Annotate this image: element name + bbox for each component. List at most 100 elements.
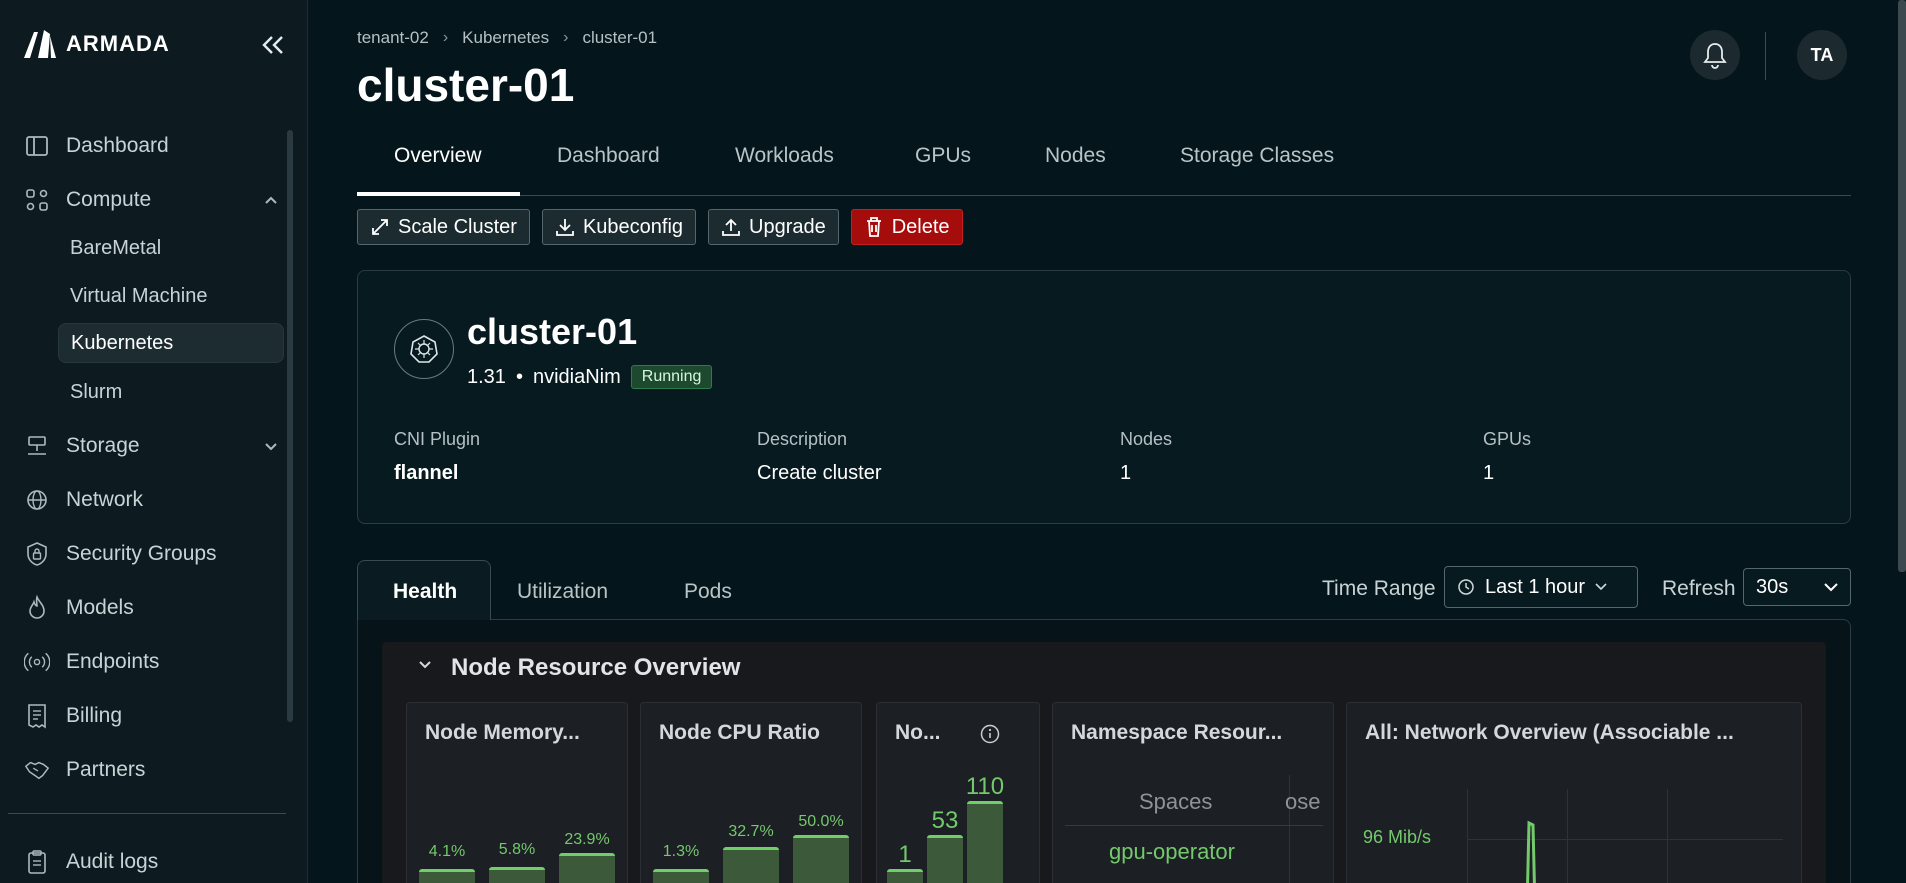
compute-icon [24,187,50,213]
kubeconfig-button[interactable]: Kubeconfig [541,209,697,245]
avatar[interactable]: TA [1797,30,1847,80]
meta-label: GPUs [1483,429,1532,449]
sidebar-scrollbar[interactable] [287,130,293,722]
cluster-version: 1.31 [467,365,506,388]
collapse-sidebar-button[interactable] [258,30,288,60]
tab-workloads[interactable]: Workloads [735,144,834,168]
download-icon [556,219,574,236]
meta-description: Description Create cluster [757,429,882,485]
sidebar-item-models[interactable]: Models [24,586,284,630]
sidebar-item-billing[interactable]: Billing [24,694,284,738]
scale-cluster-button[interactable]: Scale Cluster [357,209,530,245]
breadcrumb-tenant[interactable]: tenant-02 [357,28,429,48]
sidebar-item-partners[interactable]: Partners [24,748,284,792]
clipboard-icon [24,849,50,875]
chevron-down-icon[interactable] [418,660,432,670]
sidebar-item-dashboard[interactable]: Dashboard [24,124,284,168]
page-scrollbar[interactable] [1898,0,1906,572]
subtab-utilization[interactable]: Utilization [517,580,608,604]
sidebar-item-audit-logs[interactable]: Audit logs [24,840,284,883]
bar [559,853,615,883]
upgrade-button[interactable]: Upgrade [708,209,839,245]
sidebar-item-compute[interactable]: Compute [24,178,284,222]
sidebar-item-network[interactable]: Network [24,478,284,522]
chevron-up-icon [265,196,277,204]
bar-label: 50.0% [798,813,844,830]
chevron-down-icon [1595,583,1607,591]
globe-icon [24,487,50,513]
node-cpu-ratio-card: Node CPU Ratio 1.3% 32.7% 50.0% [640,702,862,883]
section-title: Node Resource Overview [451,654,741,681]
meta-label: Nodes [1120,429,1173,449]
column-header: Spaces [1139,789,1213,814]
brand-name: ARMADA [66,31,170,56]
subtab-pods[interactable]: Pods [684,580,732,604]
meta-value: flannel [394,462,459,484]
sidebar-item-label: Dashboard [66,134,169,157]
shield-icon [24,541,50,567]
sidebar-item-label: Endpoints [66,650,160,673]
tab-dashboard[interactable]: Dashboard [557,144,660,168]
kubeconfig-label: Kubeconfig [582,215,684,238]
y-axis-label: 96 Mib/s [1363,827,1432,847]
card-title: Node CPU Ratio [659,721,821,744]
sidebar-item-security-groups[interactable]: Security Groups [24,532,284,576]
bar [793,835,849,883]
node-pods-card: No... 1 53 110 [876,702,1040,883]
scale-cluster-label: Scale Cluster [398,215,517,238]
subtab-health[interactable]: Health [393,580,457,604]
bar [489,867,545,883]
brand-logo[interactable]: ARMADA [22,28,170,60]
meta-nodes: Nodes 1 [1120,429,1172,485]
tab-gpus[interactable]: GPUs [915,144,971,168]
flame-icon [24,595,50,621]
sidebar-subitem-label: Kubernetes [71,331,174,354]
time-range-select[interactable]: Last 1 hour [1444,566,1638,608]
sidebar-item-storage[interactable]: Storage [24,424,284,468]
upgrade-label: Upgrade [749,215,826,238]
cluster-name: cluster-01 [467,311,638,352]
refresh-select[interactable]: 30s [1743,568,1851,606]
refresh-value: 30s [1756,575,1789,598]
sidebar-subitem-label: Slurm [70,380,123,403]
breadcrumb-kubernetes[interactable]: Kubernetes [462,28,549,48]
refresh-label: Refresh [1662,577,1736,600]
delete-button[interactable]: Delete [850,209,963,245]
bar [723,847,779,883]
bar [927,835,963,883]
storage-icon [24,433,50,459]
chevron-right-icon: › [442,29,449,46]
meta-value: 1 [1483,462,1495,484]
dashboard-icon [24,133,50,159]
info-icon[interactable] [979,723,1001,745]
active-tab-indicator [357,192,520,196]
notifications-button[interactable] [1690,30,1740,80]
sidebar-item-endpoints[interactable]: Endpoints [24,640,284,684]
cluster-tabs: Overview Dashboard Workloads GPUs Nodes … [357,130,1851,196]
cluster-actions: Scale Cluster Kubeconfig Upgrade Delete [357,209,963,245]
chevron-down-icon [1824,582,1838,591]
kubernetes-icon [394,319,454,379]
sidebar-subitem-virtual-machine[interactable]: Virtual Machine [58,276,284,316]
tab-storage-classes[interactable]: Storage Classes [1180,144,1334,168]
sidebar-subitem-baremetal[interactable]: BareMetal [58,228,284,268]
broadcast-icon [24,649,50,675]
sidebar-subitem-slurm[interactable]: Slurm [58,372,284,412]
status-badge: Running [630,365,713,389]
clock-icon [1458,579,1474,595]
breadcrumb-current: cluster-01 [582,28,658,47]
trash-icon [866,217,881,237]
receipt-icon [24,703,50,729]
delete-label: Delete [891,215,950,238]
tab-overview[interactable]: Overview [394,144,482,168]
column-header: ose [1285,789,1321,814]
meta-gpus: GPUs 1 [1483,429,1531,485]
namespace-cell[interactable]: gpu-operator [1109,839,1235,865]
bar-label: 4.1% [428,843,466,860]
meta-value: Create cluster [757,462,882,484]
tab-nodes[interactable]: Nodes [1045,144,1106,168]
network-line-series [1526,820,1536,883]
network-overview-card: All: Network Overview (Associable ... 96… [1346,702,1802,883]
sidebar-subitem-kubernetes[interactable]: Kubernetes [58,323,284,363]
chevron-right-icon: › [563,29,569,46]
